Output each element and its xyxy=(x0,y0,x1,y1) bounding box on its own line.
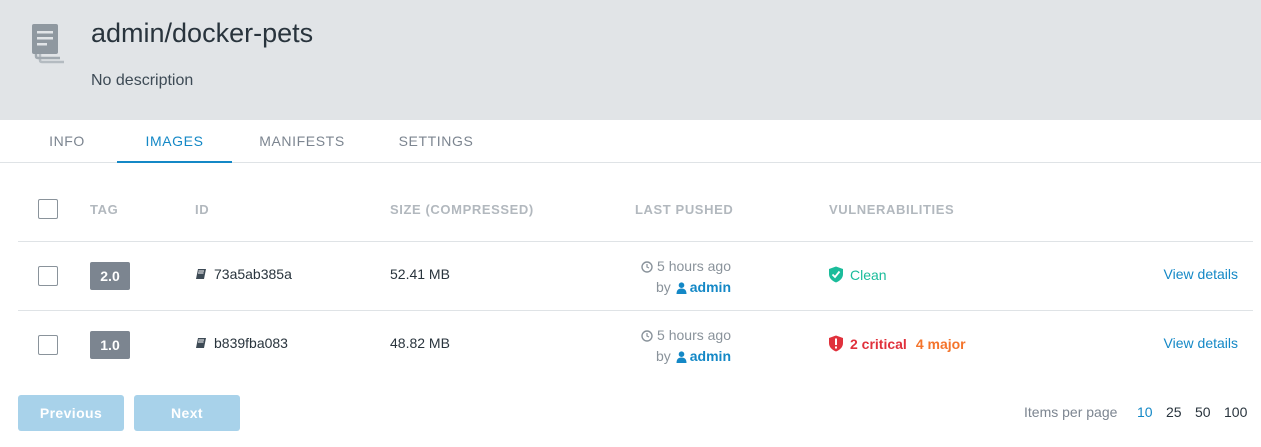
tag-badge: 2.0 xyxy=(90,262,130,290)
repository-header: admin/docker-pets No description xyxy=(0,0,1261,120)
image-id: 73a5ab385a xyxy=(195,266,292,282)
pushed-time: 5 hours ago xyxy=(657,258,731,274)
images-table: TAG ID SIZE (COMPRESSED) LAST PUSHED VUL… xyxy=(18,180,1253,380)
per-page-option-10[interactable]: 10 xyxy=(1137,404,1153,420)
repository-stack-icon xyxy=(32,24,64,64)
column-header-tag[interactable]: TAG xyxy=(90,202,118,217)
per-page-option-50[interactable]: 50 xyxy=(1195,404,1211,420)
table-row: 1.0 b839fba083 48.82 MB 5 hours ago by a… xyxy=(18,311,1253,380)
column-header-vulnerabilities[interactable]: VULNERABILITIES xyxy=(829,202,954,217)
tab-info[interactable]: INFO xyxy=(40,120,94,163)
pushed-by-prefix: by xyxy=(655,348,671,364)
page-title: admin/docker-pets xyxy=(91,18,314,48)
column-header-id[interactable]: ID xyxy=(195,202,209,217)
table-header: TAG ID SIZE (COMPRESSED) LAST PUSHED VUL… xyxy=(18,180,1253,242)
tab-bar: INFO IMAGES MANIFESTS SETTINGS xyxy=(0,120,1261,163)
image-id: b839fba083 xyxy=(195,335,288,351)
major-count: 4 major xyxy=(915,335,966,352)
vulnerability-status: Clean xyxy=(828,266,887,283)
column-header-size[interactable]: SIZE (COMPRESSED) xyxy=(390,202,534,217)
image-size: 52.41 MB xyxy=(390,266,450,282)
image-id-text: b839fba083 xyxy=(214,335,288,351)
vulnerability-clean-label: Clean xyxy=(850,266,887,283)
tag-badge: 1.0 xyxy=(90,331,130,359)
previous-button[interactable]: Previous xyxy=(18,395,124,431)
pushed-by-user-link[interactable]: admin xyxy=(690,346,731,367)
pushed-by-prefix: by xyxy=(655,279,671,295)
shield-check-icon xyxy=(829,266,843,283)
per-page-option-100[interactable]: 100 xyxy=(1224,404,1247,420)
last-pushed: 5 hours ago by admin xyxy=(618,325,731,367)
view-details-link[interactable]: View details xyxy=(1164,266,1238,282)
user-icon xyxy=(676,350,687,363)
pushed-by-user-link[interactable]: admin xyxy=(690,277,731,298)
table-row: 2.0 73a5ab385a 52.41 MB 5 hours ago by a… xyxy=(18,242,1253,311)
select-all-checkbox[interactable] xyxy=(38,199,58,219)
critical-count: 2 critical xyxy=(850,335,907,352)
items-per-page-label: Items per page xyxy=(1024,404,1118,420)
user-icon xyxy=(676,281,687,294)
tab-images[interactable]: IMAGES xyxy=(117,120,232,163)
repository-description: No description xyxy=(91,72,194,89)
book-icon xyxy=(196,269,206,279)
view-details-link[interactable]: View details xyxy=(1164,335,1238,351)
clock-icon xyxy=(641,329,653,342)
row-checkbox[interactable] xyxy=(38,266,58,286)
image-size: 48.82 MB xyxy=(390,335,450,351)
last-pushed: 5 hours ago by admin xyxy=(618,256,731,298)
clock-icon xyxy=(641,260,653,273)
shield-exclamation-icon xyxy=(829,335,843,352)
image-id-text: 73a5ab385a xyxy=(214,266,292,282)
column-header-last-pushed[interactable]: LAST PUSHED xyxy=(635,202,733,217)
vulnerability-status: 2 critical 4 major xyxy=(828,335,966,352)
book-icon xyxy=(196,338,206,348)
tab-settings[interactable]: SETTINGS xyxy=(392,120,480,163)
per-page-option-25[interactable]: 25 xyxy=(1166,404,1182,420)
tab-manifests[interactable]: MANIFESTS xyxy=(254,120,350,163)
pushed-time: 5 hours ago xyxy=(657,327,731,343)
next-button[interactable]: Next xyxy=(134,395,240,431)
row-checkbox[interactable] xyxy=(38,335,58,355)
